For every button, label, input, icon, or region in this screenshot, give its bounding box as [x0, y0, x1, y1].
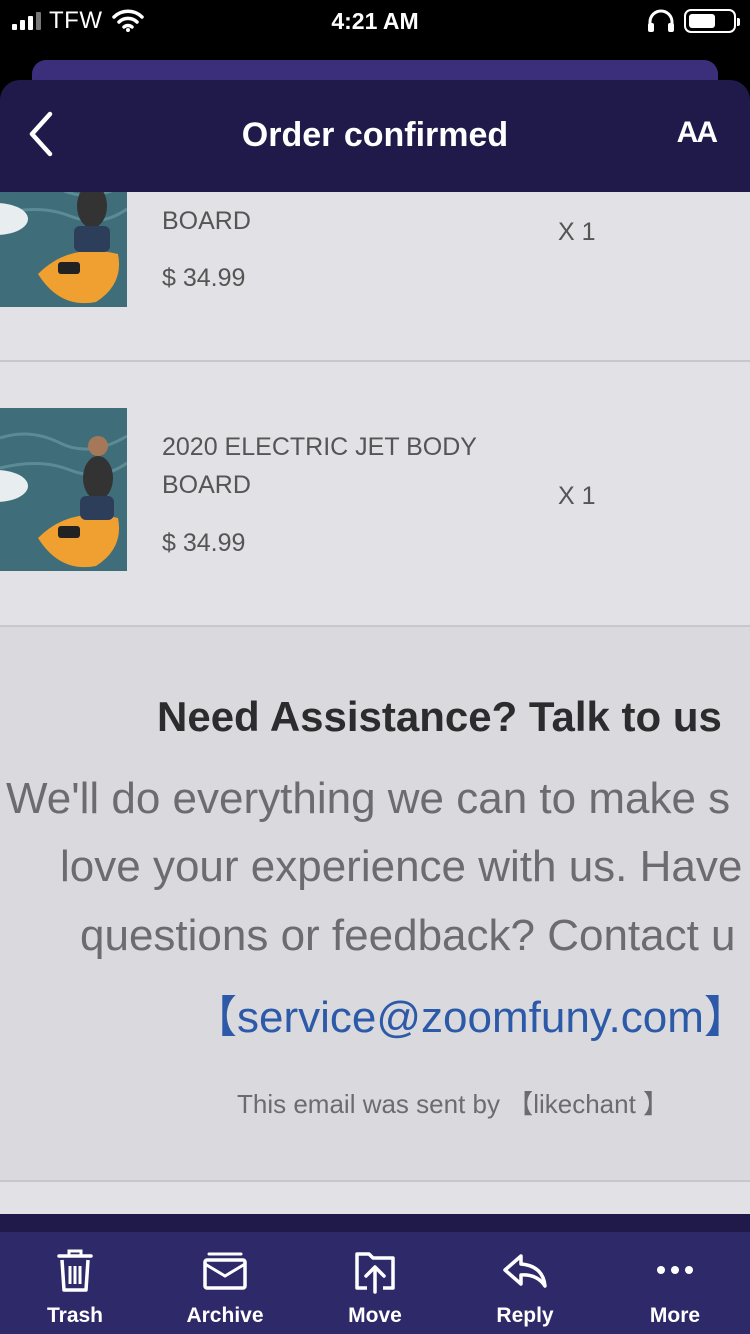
- trash-label: Trash: [46, 1304, 104, 1327]
- move-icon: [355, 1252, 395, 1294]
- sent-by-text: This email was sent by 【likechant 】: [237, 1089, 670, 1119]
- product-quantity: X 1: [558, 482, 596, 510]
- product-name: BOARD: [162, 207, 251, 235]
- divider: [0, 1180, 750, 1182]
- move-label: Move: [348, 1304, 402, 1327]
- trash-icon: [57, 1249, 93, 1292]
- status-time: 4:21 AM: [331, 8, 419, 34]
- status-bar: TFW 4:21 AM: [0, 0, 750, 60]
- order-item: 2020 ELECTRIC JET BODY BOARD $ 34.99 X 1: [0, 362, 750, 626]
- header-bar: Order confirmed AA: [0, 80, 750, 192]
- support-email-link[interactable]: 【service@zoomfuny.com】: [193, 981, 748, 1045]
- headphones-icon: [648, 9, 674, 32]
- assistance-text-line: questions or feedback? Contact u: [80, 911, 736, 960]
- reply-button[interactable]: Reply: [450, 1232, 600, 1334]
- order-item: BOARD $ 34.99 X 1: [0, 192, 750, 360]
- status-right: [646, 8, 740, 34]
- assistance-title: Need Assistance? Talk to us: [157, 693, 722, 740]
- more-icon: [657, 1266, 693, 1274]
- archive-icon: [203, 1252, 247, 1290]
- battery-icon: [684, 9, 740, 33]
- assistance-section: Need Assistance? Talk to us We'll do eve…: [0, 627, 750, 1182]
- reply-label: Reply: [496, 1304, 554, 1327]
- product-quantity: X 1: [558, 218, 596, 246]
- move-button[interactable]: Move: [300, 1232, 450, 1334]
- bottom-toolbar: Trash Archive Move Reply More: [0, 1232, 750, 1334]
- product-price: $ 34.99: [162, 264, 246, 292]
- assistance-text-line: love your experience with us. Have: [60, 842, 743, 891]
- assistance-text-line: We'll do everything we can to make s: [6, 774, 731, 823]
- toolbar-edge: [0, 1214, 750, 1232]
- archive-label: Archive: [186, 1304, 264, 1327]
- more-button[interactable]: More: [600, 1232, 750, 1334]
- trash-button[interactable]: Trash: [0, 1232, 150, 1334]
- text-size-button[interactable]: AA: [677, 116, 718, 150]
- product-image: [0, 408, 127, 571]
- more-label: More: [649, 1304, 701, 1327]
- product-image: [0, 192, 127, 307]
- page-title: Order confirmed: [241, 116, 509, 154]
- email-content[interactable]: BOARD $ 34.99 X 1 2020 ELECTRIC JET BODY…: [0, 192, 750, 1232]
- product-price: $ 34.99: [162, 529, 246, 557]
- reply-icon: [503, 1254, 547, 1288]
- archive-button[interactable]: Archive: [150, 1232, 300, 1334]
- product-name: 2020 ELECTRIC JET BODY BOARD: [162, 433, 477, 499]
